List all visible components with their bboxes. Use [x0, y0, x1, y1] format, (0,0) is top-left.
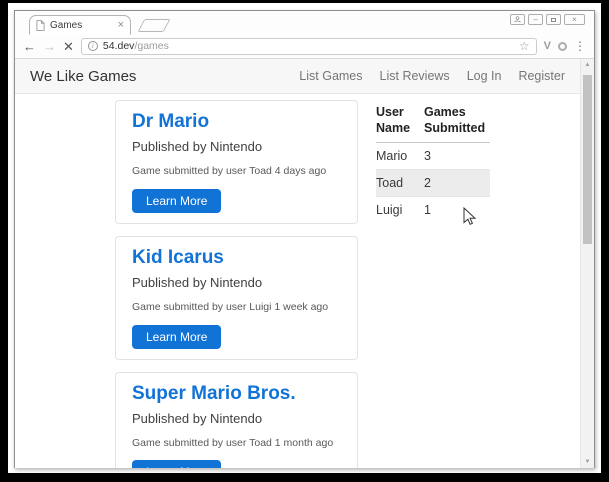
tab-close-icon[interactable]: × [118, 19, 124, 31]
nav-link-register[interactable]: Register [518, 69, 565, 83]
table-header-row: User Name Games Submitted [376, 102, 490, 143]
table-row: Mario 3 [376, 142, 490, 169]
site-brand[interactable]: We Like Games [30, 68, 136, 85]
tab-title: Games [50, 19, 83, 31]
minimize-button[interactable]: – [528, 14, 543, 25]
game-submitted-note: Game submitted by user Luigi 1 week ago [132, 301, 329, 314]
extension-circle-icon[interactable] [558, 41, 567, 51]
scroll-down-icon[interactable]: ▼ [581, 456, 594, 468]
cell-user: Luigi [376, 195, 424, 223]
new-tab-button[interactable] [137, 19, 171, 32]
url-path: /games [134, 40, 169, 52]
game-title-link[interactable]: Super Mario Bros. [132, 383, 341, 404]
nav-link-list-reviews[interactable]: List Reviews [380, 69, 450, 83]
page-viewport: We Like Games List Games List Reviews Lo… [15, 59, 594, 468]
person-icon [514, 16, 521, 23]
page-favicon-icon [36, 19, 45, 31]
game-title-link[interactable]: Dr Mario [132, 112, 341, 132]
close-button[interactable]: × [564, 14, 585, 25]
cell-user: Toad [376, 168, 424, 196]
stop-button[interactable]: ✕ [63, 40, 74, 53]
mouse-cursor-icon [463, 207, 476, 225]
game-publisher: Published by Nintendo [132, 274, 263, 290]
game-card-list: Dr Mario Published by Nintendo Game subm… [115, 100, 358, 468]
nav-link-log-in[interactable]: Log In [467, 69, 502, 83]
maximize-icon [551, 17, 556, 22]
header-user-name: User Name [376, 102, 424, 143]
main-row: Dr Mario Published by Nintendo Game subm… [15, 94, 580, 468]
game-submitted-note: Game submitted by user Toad 4 days ago [132, 165, 327, 178]
page-content: We Like Games List Games List Reviews Lo… [15, 59, 580, 468]
screenshot-matte: Games × – × ← → ✕ i 54.dev/games ☆ V ⋮ W… [8, 3, 601, 473]
url-text: 54.dev/games [103, 40, 169, 52]
game-card: Kid Icarus Published by Nintendo Game su… [115, 235, 358, 360]
nav-links: List Games List Reviews Log In Register [299, 69, 565, 83]
cell-user: Mario [376, 148, 408, 163]
scroll-up-icon[interactable]: ▲ [581, 59, 594, 71]
game-card: Dr Mario Published by Nintendo Game subm… [115, 100, 358, 224]
browser-window: Games × – × ← → ✕ i 54.dev/games ☆ V ⋮ W… [14, 10, 595, 468]
maximize-button[interactable] [546, 14, 561, 25]
learn-more-button[interactable]: Learn More [132, 188, 222, 213]
header-games-submitted: Games Submitted [424, 102, 490, 143]
profile-button[interactable] [510, 14, 525, 25]
game-title-link[interactable]: Kid Icarus [132, 247, 341, 268]
address-bar[interactable]: i 54.dev/games ☆ [80, 37, 537, 55]
bookmark-star-icon[interactable]: ☆ [519, 40, 530, 52]
cell-count: 3 [424, 148, 431, 163]
cell-count: 1 [424, 195, 490, 223]
page-info-icon[interactable]: i [87, 41, 98, 51]
url-host: 54.dev [102, 40, 135, 52]
user-stats-table: User Name Games Submitted Mario 3 Toad 2… [376, 102, 490, 223]
scrollbar-thumb[interactable] [583, 75, 592, 244]
game-card: Super Mario Bros. Published by Nintendo … [115, 371, 358, 468]
extension-v-icon[interactable]: V [544, 40, 551, 52]
table-row: Toad 2 [376, 168, 490, 196]
browser-tab-games[interactable]: Games × [29, 15, 131, 35]
forward-button[interactable]: → [43, 40, 56, 53]
nav-link-list-games[interactable]: List Games [299, 69, 362, 83]
game-publisher: Published by Nintendo [132, 138, 263, 154]
back-button[interactable]: ← [23, 40, 36, 53]
game-publisher: Published by Nintendo [132, 410, 263, 426]
browser-toolbar: ← → ✕ i 54.dev/games ☆ V ⋮ [15, 34, 594, 59]
window-controls: – × [510, 14, 585, 25]
learn-more-button[interactable]: Learn More [132, 324, 222, 349]
tab-strip: Games × – × [15, 11, 594, 35]
chrome-menu-icon[interactable]: ⋮ [574, 40, 586, 52]
learn-more-button[interactable]: Learn More [132, 460, 222, 468]
site-navbar: We Like Games List Games List Reviews Lo… [15, 59, 580, 94]
cell-count: 2 [424, 168, 490, 196]
stats-table-column: User Name Games Submitted Mario 3 Toad 2… [376, 100, 564, 223]
page-scrollbar[interactable]: ▲ ▼ [580, 59, 594, 468]
game-submitted-note: Game submitted by user Toad 1 month ago [132, 436, 334, 449]
